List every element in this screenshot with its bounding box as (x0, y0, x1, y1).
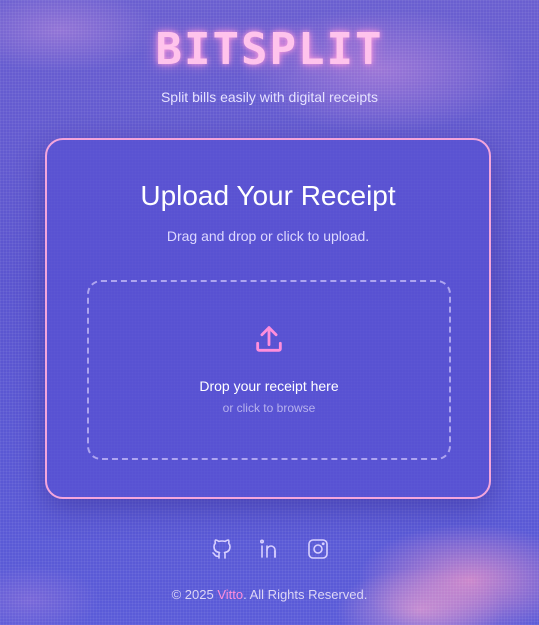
dropzone-subtitle: or click to browse (222, 401, 316, 415)
tagline: Split bills easily with digital receipts (160, 89, 379, 105)
linkedin-icon[interactable] (258, 537, 282, 561)
social-links (0, 537, 539, 561)
footer: © 2025 Vitto. All Rights Reserved. (0, 587, 539, 602)
footer-author-link[interactable]: Vitto (217, 587, 243, 602)
brand-logo: BITSPLIT (155, 24, 384, 75)
footer-copyright: © 2025 (171, 587, 218, 602)
upload-card-subtitle: Drag and drop or click to upload. (166, 228, 370, 244)
upload-icon (256, 326, 282, 352)
dropzone-title: Drop your receipt here (199, 378, 339, 394)
receipt-dropzone[interactable]: Drop your receipt here or click to brows… (87, 280, 451, 460)
instagram-icon[interactable] (306, 537, 330, 561)
upload-card: Upload Your Receipt Drag and drop or cli… (45, 138, 491, 499)
upload-card-title: Upload Your Receipt (140, 180, 396, 211)
github-icon[interactable] (210, 537, 234, 561)
footer-rights: . All Rights Reserved. (243, 587, 368, 602)
